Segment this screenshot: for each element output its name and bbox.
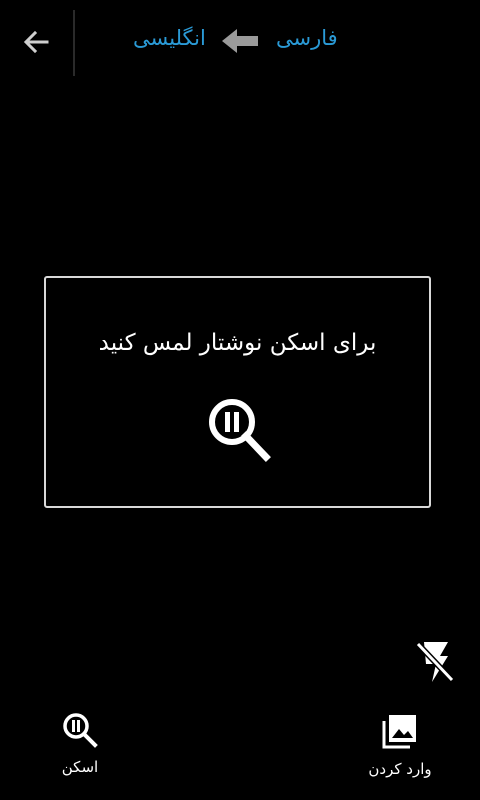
swap-arrow-icon[interactable] xyxy=(220,26,260,56)
gallery-icon xyxy=(382,715,416,749)
import-button[interactable]: وارد کردن xyxy=(358,712,442,778)
top-bar: انگلیسی فارسی xyxy=(0,0,480,82)
target-language-button[interactable]: انگلیسی xyxy=(133,26,206,50)
source-language-button[interactable]: فارسی xyxy=(276,26,338,50)
scan-frame[interactable]: برای اسکن نوشتار لمس کنید xyxy=(44,276,431,508)
header-divider xyxy=(73,10,75,76)
import-label: وارد کردن xyxy=(368,760,432,778)
back-arrow-icon xyxy=(23,30,49,54)
scan-magnifier-icon xyxy=(209,399,271,462)
back-button[interactable] xyxy=(14,20,58,64)
scan-magnifier-small-icon xyxy=(63,713,98,748)
flash-off-icon[interactable] xyxy=(412,638,458,686)
scan-instruction: برای اسکن نوشتار لمس کنید xyxy=(98,330,377,356)
scan-button[interactable]: اسکن xyxy=(50,712,110,776)
scan-label: اسکن xyxy=(61,758,99,776)
